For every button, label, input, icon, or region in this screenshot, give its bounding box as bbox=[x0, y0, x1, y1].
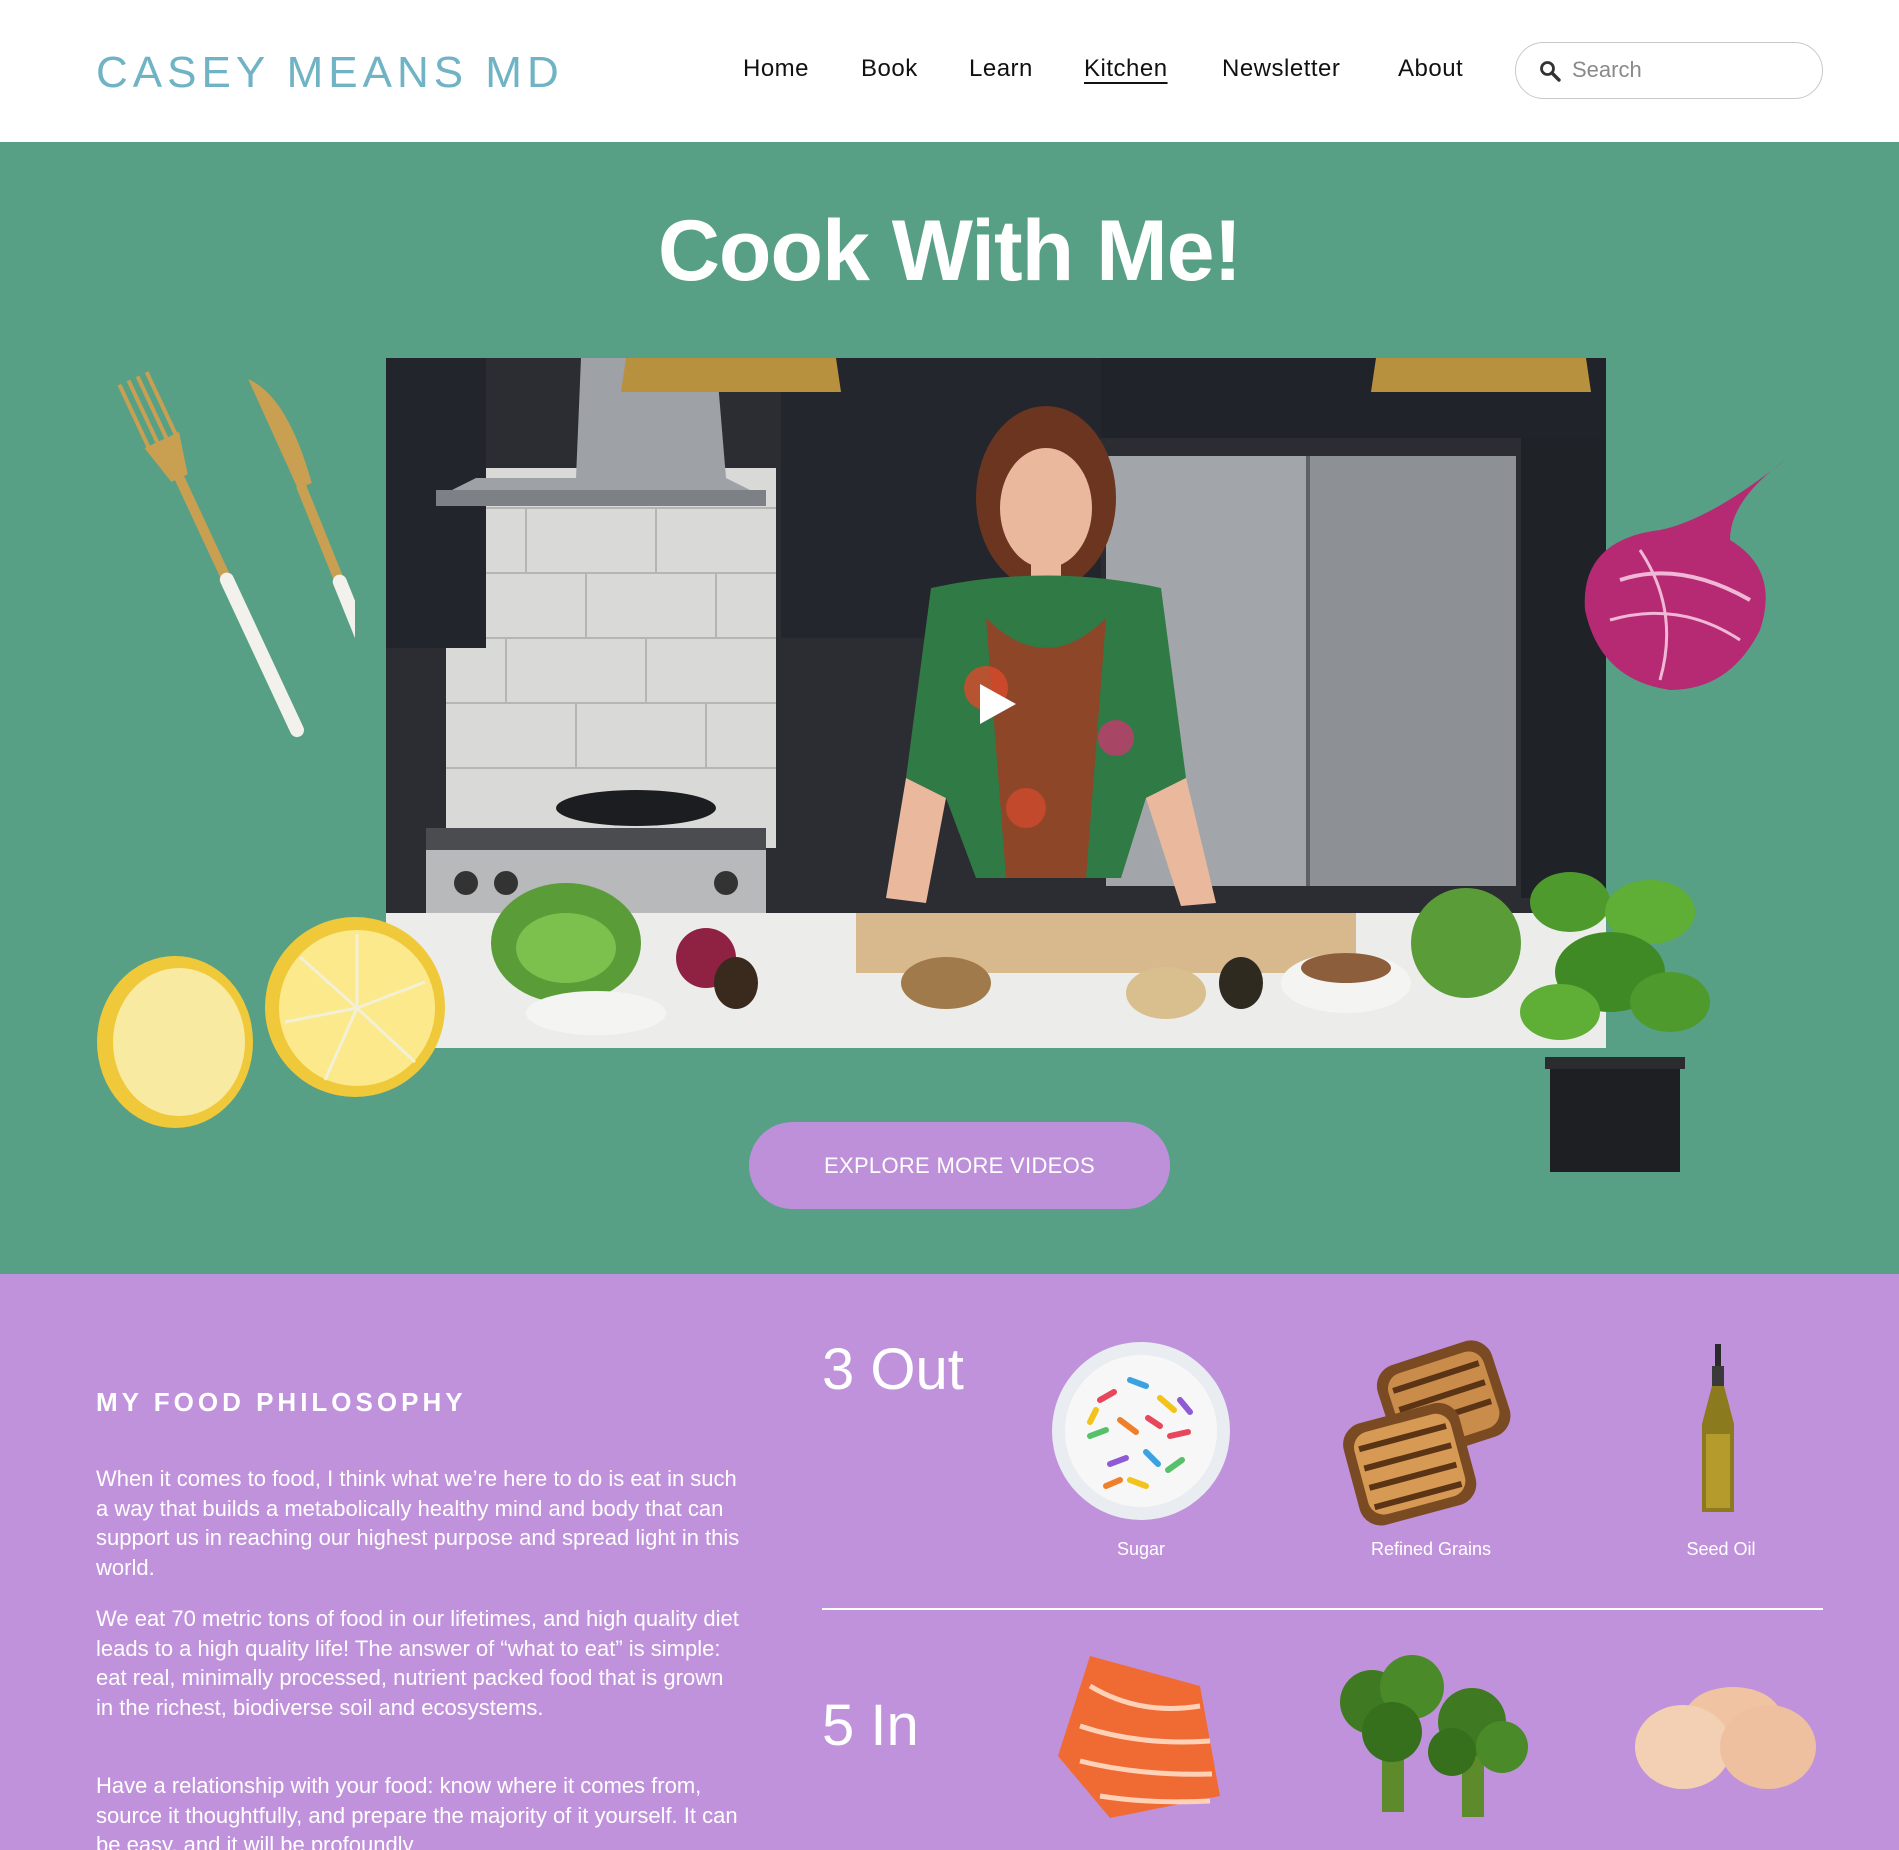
search-icon bbox=[1540, 61, 1561, 82]
site-header: CASEY MEANS MD Home Book Learn Kitchen N… bbox=[0, 0, 1899, 142]
salmon-image bbox=[1058, 1656, 1220, 1818]
refined-grains-image bbox=[1343, 1340, 1511, 1526]
sugar-image bbox=[1052, 1342, 1230, 1520]
basil-plant-image bbox=[1520, 872, 1710, 1172]
philosophy-paragraph: When it comes to food, I think what we’r… bbox=[96, 1466, 740, 1580]
lemon-image bbox=[97, 917, 445, 1128]
hero-title: Cook With Me! bbox=[657, 203, 1242, 299]
play-icon[interactable] bbox=[974, 682, 1018, 726]
explore-videos-button[interactable]: EXPLORE MORE VIDEOS bbox=[749, 1122, 1170, 1209]
site-logo[interactable]: CASEY MEANS MD bbox=[96, 48, 564, 98]
food-label-sugar: Sugar bbox=[1116, 1539, 1166, 1559]
cutlery-image bbox=[117, 371, 355, 738]
seed-oil-image bbox=[1702, 1344, 1734, 1512]
five-in-label: 5 In bbox=[822, 1693, 919, 1758]
nav-about[interactable]: About bbox=[1398, 55, 1463, 83]
search-input[interactable] bbox=[1572, 55, 1802, 85]
philosophy-heading: MY FOOD PHILOSOPHY bbox=[96, 1387, 467, 1417]
search-box[interactable] bbox=[1515, 42, 1823, 99]
eggs-image bbox=[1635, 1687, 1816, 1789]
three-out-label: 3 Out bbox=[822, 1337, 964, 1402]
food-label-seed-oil: Seed Oil bbox=[1686, 1539, 1756, 1559]
food-label-refined-grains: Refined Grains bbox=[1370, 1539, 1492, 1559]
philosophy-paragraph: We eat 70 metric tons of food in our lif… bbox=[96, 1606, 739, 1720]
philosophy-paragraph: Have a relationship with your food: know… bbox=[96, 1773, 738, 1850]
nav-learn[interactable]: Learn bbox=[969, 55, 1033, 83]
broccoli-image bbox=[1340, 1655, 1528, 1817]
nav-home[interactable]: Home bbox=[743, 55, 809, 83]
nav-kitchen[interactable]: Kitchen bbox=[1084, 55, 1168, 83]
video-player[interactable] bbox=[386, 358, 1606, 1048]
nav-newsletter[interactable]: Newsletter bbox=[1222, 55, 1340, 83]
hero-section: Cook With Me! EXPLORE MORE VIDEOS bbox=[0, 142, 1899, 1274]
nav-book[interactable]: Book bbox=[861, 55, 918, 83]
beet-image bbox=[1584, 460, 1785, 690]
section-divider bbox=[822, 1608, 1823, 1610]
food-philosophy-section: MY FOOD PHILOSOPHY When it comes to food… bbox=[0, 1274, 1899, 1850]
